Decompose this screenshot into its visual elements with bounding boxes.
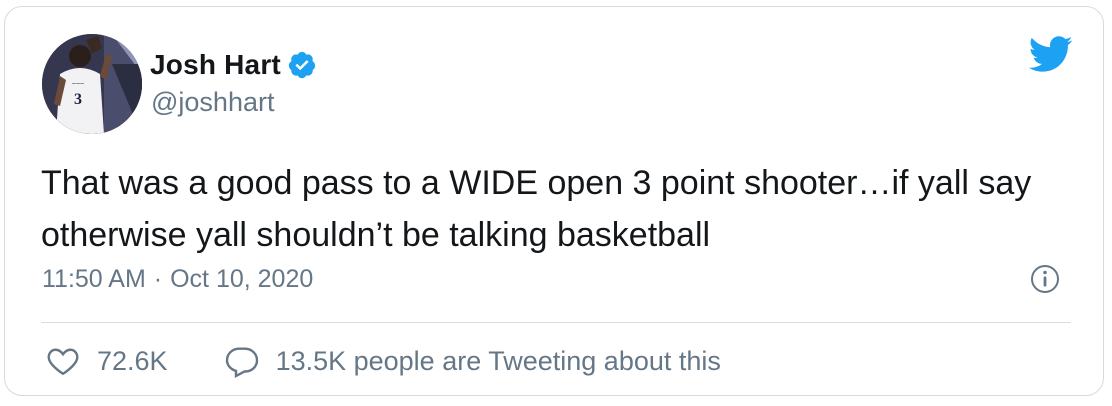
tweet-timestamp[interactable]: 11:50 AM · Oct 10, 2020 xyxy=(42,265,313,294)
tweet-card[interactable]: 3 ~~~ Josh Hart @joshhart That was a goo… xyxy=(4,6,1104,396)
like-button[interactable]: 72.6K xyxy=(45,343,168,379)
author-display-name[interactable]: Josh Hart xyxy=(150,49,281,81)
conversation-count[interactable]: 13.5K people are Tweeting about this xyxy=(276,346,721,377)
svg-text:~~~: ~~~ xyxy=(72,81,84,88)
author-avatar[interactable]: 3 ~~~ xyxy=(42,34,142,134)
tweet-actions: 72.6K 13.5K people are Tweeting about th… xyxy=(45,343,721,379)
heart-icon xyxy=(47,348,79,376)
twitter-bird-icon[interactable] xyxy=(1027,31,1073,77)
tweet-date[interactable]: Oct 10, 2020 xyxy=(170,265,313,294)
like-count[interactable]: 72.6K xyxy=(97,346,168,377)
conversation-button[interactable]: 13.5K people are Tweeting about this xyxy=(224,343,721,379)
tweet-time[interactable]: 11:50 AM xyxy=(42,265,146,294)
author-handle[interactable]: @joshhart xyxy=(151,87,274,118)
timestamp-separator: · xyxy=(153,265,163,293)
tweet-text: That was a good pass to a WIDE open 3 po… xyxy=(41,164,1032,254)
player-avatar-icon: 3 ~~~ xyxy=(42,34,142,134)
speech-bubble-icon xyxy=(225,347,258,378)
divider xyxy=(41,322,1071,323)
svg-text:3: 3 xyxy=(74,91,82,108)
verified-badge-icon xyxy=(287,50,317,80)
author-name-row[interactable]: Josh Hart xyxy=(150,45,317,85)
info-icon[interactable] xyxy=(1029,263,1061,295)
